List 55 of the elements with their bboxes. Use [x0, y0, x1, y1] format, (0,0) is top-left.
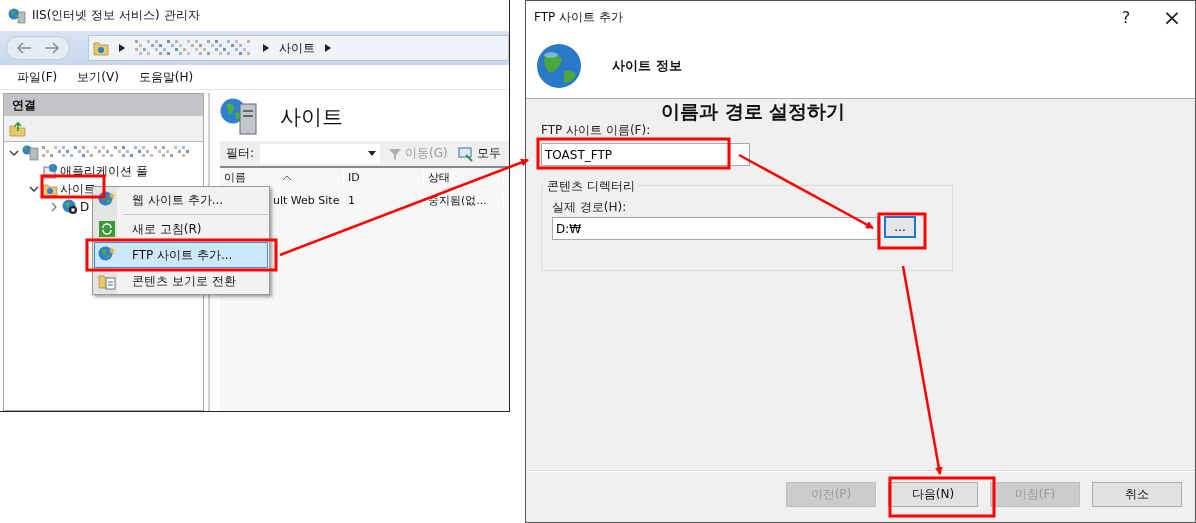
site-name-field[interactable]: TOAST_FTP [541, 143, 750, 166]
menu-item[interactable]: 도움말(H) [138, 68, 194, 86]
refresh-icon [98, 220, 116, 238]
table-cell: 1 [344, 193, 424, 207]
section-title: 사이트 정보 [612, 56, 682, 75]
menu-item[interactable]: 파일(F) [17, 68, 58, 86]
annotation-text: 이름과 경로 설정하기 [661, 99, 846, 123]
column-header[interactable]: ID [344, 171, 424, 188]
pane-header: 연결 [4, 94, 203, 116]
page-title: 사이트 [280, 104, 343, 131]
menu-item[interactable]: 새로 고침(R) [94, 216, 268, 242]
highlight-frame [877, 212, 927, 250]
server-icon [22, 145, 40, 161]
field-label: FTP 사이트 이름(F): [541, 123, 651, 137]
tree-item[interactable]: 애플리케이션 풀 [60, 162, 148, 180]
menu-item[interactable]: 보기(V) [77, 68, 119, 86]
stopped-site-icon [62, 199, 78, 215]
dialog-button[interactable]: 취소 [1092, 481, 1182, 507]
dialog-button[interactable]: 다음(N) [888, 481, 978, 507]
menu-item[interactable]: FTP 사이트 추가... [94, 242, 268, 268]
folder-document-icon [98, 272, 116, 290]
table-cell: 중지됨(없... [424, 192, 504, 208]
field-label: 실제 경로(H): [552, 200, 628, 214]
browse-button[interactable]: ... [884, 216, 916, 238]
tree-item[interactable]: D [80, 200, 90, 214]
tree-item[interactable]: 사이트 [60, 180, 96, 198]
dropdown-caret-icon[interactable] [368, 151, 377, 156]
window-title: FTP 사이트 추가 [534, 8, 624, 26]
breadcrumb-arrow-icon[interactable] [263, 44, 269, 52]
address-field[interactable]: 사이트 [88, 35, 509, 61]
group-title: 콘텐츠 디렉터리 [544, 178, 638, 195]
sort-caret-icon [282, 175, 292, 181]
column-header[interactable]: 상태 [424, 171, 504, 188]
breadcrumb-item[interactable]: 사이트 [279, 39, 315, 57]
toolbar-button[interactable]: 모두 [455, 145, 503, 162]
help-button[interactable]: ? [1103, 1, 1149, 33]
breadcrumb-arrow-icon[interactable] [325, 44, 331, 52]
folder-globe-icon [93, 40, 109, 56]
filter-field[interactable] [260, 143, 381, 164]
monitor-icon [457, 145, 474, 162]
back-arrow-icon[interactable] [15, 41, 33, 55]
server-globe-icon [220, 98, 260, 136]
forward-arrow-icon[interactable] [43, 41, 61, 55]
filter-label: 필터: [226, 145, 255, 162]
close-button[interactable]: × [1149, 1, 1195, 33]
funnel-icon [388, 146, 403, 161]
app-icon [8, 7, 26, 24]
menu-item[interactable]: 콘텐츠 보기로 전환 [94, 268, 268, 294]
breadcrumb-arrow-icon[interactable] [119, 44, 125, 52]
globe-icon [536, 42, 582, 89]
pool-icon [42, 163, 58, 179]
path-field[interactable]: D:₩ [552, 217, 878, 240]
connect-icon[interactable] [9, 120, 27, 137]
window-title: IIS(인터넷 정보 서비스) 관리자 [32, 7, 200, 24]
folder-globe-icon [42, 181, 58, 197]
